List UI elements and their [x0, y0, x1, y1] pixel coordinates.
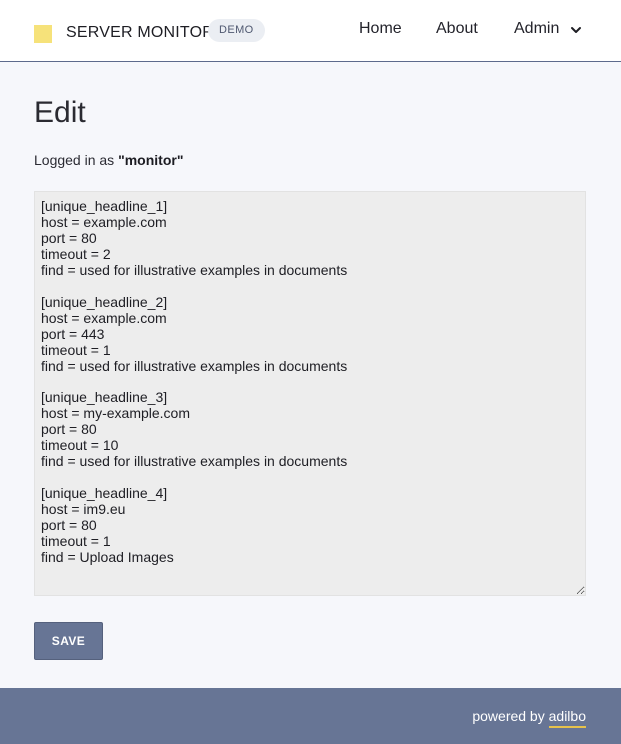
nav-home-link[interactable]: Home: [359, 20, 402, 38]
logged-in-username: "monitor": [118, 152, 184, 168]
powered-prefix: powered by: [472, 708, 549, 724]
nav-about-link[interactable]: About: [436, 20, 478, 38]
login-status: Logged in as "monitor": [34, 152, 183, 168]
logo-icon: [34, 25, 52, 43]
login-prefix: Logged in as: [34, 152, 119, 168]
footer: powered by adilbo: [0, 688, 621, 744]
config-editor[interactable]: [unique_headline_1] host = example.com p…: [34, 191, 586, 596]
powered-by-link[interactable]: adilbo: [548, 708, 586, 728]
demo-badge: DEMO: [208, 19, 265, 42]
chevron-down-icon[interactable]: [570, 24, 582, 36]
top-header: SERVER MONITOR DEMO Home About Admin: [0, 0, 621, 62]
powered-by: powered by adilbo: [472, 708, 586, 728]
app-title: SERVER MONITOR: [66, 24, 215, 41]
save-button[interactable]: SAVE: [34, 622, 103, 660]
nav-admin-menu[interactable]: Admin: [514, 20, 559, 38]
page-title: Edit: [34, 96, 86, 129]
